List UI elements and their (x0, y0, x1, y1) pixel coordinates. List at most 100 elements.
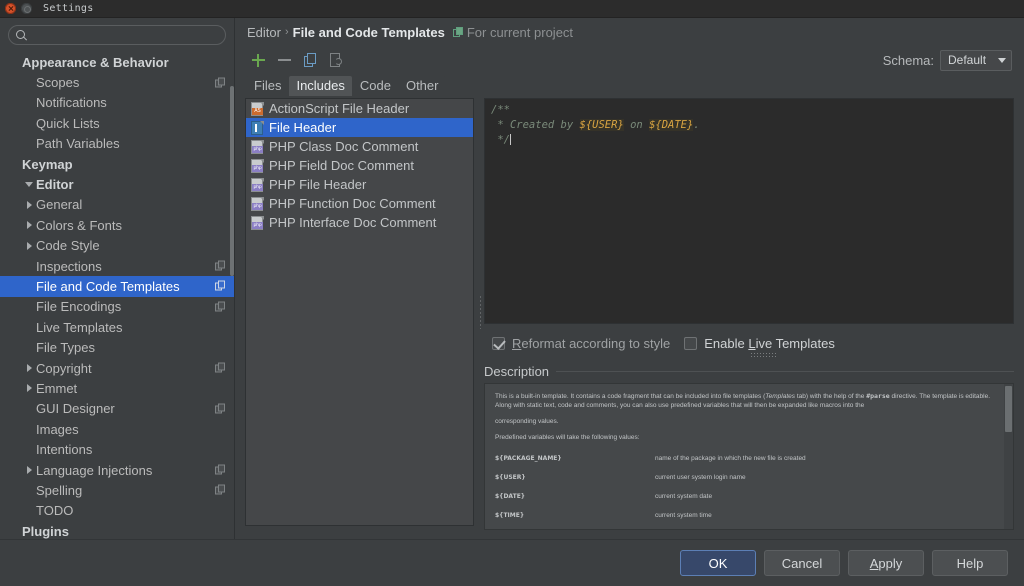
templates-toolbar: Schema: Default (245, 46, 1014, 74)
chevron-right-icon[interactable] (22, 364, 36, 373)
sidebar-item-label: File Types (36, 340, 96, 356)
template-list-item[interactable]: File Header (246, 118, 473, 137)
tab-includes[interactable]: Includes (289, 76, 352, 96)
sidebar-item-todo[interactable]: TODO (0, 501, 234, 521)
sidebar-scrollbar[interactable] (230, 86, 234, 276)
code-text: . (693, 119, 700, 131)
chevron-right-icon[interactable] (22, 466, 36, 474)
variable-row: ${PACKAGE_NAME} name of the package in wh… (495, 449, 1003, 468)
help-button[interactable]: Help (932, 550, 1008, 576)
minus-icon (277, 59, 291, 61)
sidebar-item-label: Editor (36, 177, 74, 193)
sidebar-item-label: Plugins (22, 523, 69, 539)
template-list-item[interactable]: php PHP File Header (246, 175, 473, 194)
php-file-icon: php (251, 177, 264, 192)
sidebar-item-label: File Encodings (36, 299, 122, 315)
search-input[interactable] (27, 28, 225, 42)
chevron-right-icon[interactable] (22, 200, 36, 209)
sidebar-item-notifications[interactable]: Notifications (0, 93, 234, 113)
live-templates-checkbox[interactable]: Enable Live Templates (684, 336, 835, 351)
project-scope-badge-icon (215, 484, 226, 496)
twisty-arrow-icon (26, 466, 32, 474)
template-list-item[interactable]: php PHP Function Doc Comment (246, 194, 473, 213)
project-scope-badge-icon (215, 464, 226, 476)
sidebar-item-file-encodings[interactable]: File Encodings (0, 297, 234, 317)
reformat-label: Reformat according to style (512, 336, 670, 351)
template-list-item-label: PHP Class Doc Comment (269, 139, 419, 154)
sidebar-item-emmet[interactable]: Emmet (0, 378, 234, 398)
sidebar-item-file-types[interactable]: File Types (0, 337, 234, 357)
sidebar-item-scopes[interactable]: Scopes (0, 72, 234, 92)
project-scope-badge-icon (215, 280, 226, 292)
breadcrumb-leaf: File and Code Templates (292, 24, 445, 40)
variable-row: ${DATE} current system date (495, 487, 1003, 506)
template-code-editor[interactable]: /** * Created by ${USER} on ${DATE}. */ (484, 98, 1014, 324)
sidebar-item-live-templates[interactable]: Live Templates (0, 317, 234, 337)
template-list-item[interactable]: php PHP Field Doc Comment (246, 156, 473, 175)
sidebar-item-language-injections[interactable]: Language Injections (0, 460, 234, 480)
template-list-item[interactable]: php PHP Interface Doc Comment (246, 213, 473, 232)
twisty-arrow-icon (26, 384, 32, 393)
tab-other[interactable]: Other (398, 76, 446, 96)
project-scope-badge-icon (215, 77, 226, 88)
code-variable-date: ${DATE} (649, 119, 694, 131)
sidebar-item-code-style[interactable]: Code Style (0, 236, 234, 256)
apply-label-rest: pply (878, 555, 903, 571)
sidebar-item-appearance-behavior[interactable]: Appearance & Behavior (0, 52, 234, 72)
add-template-button[interactable] (247, 49, 269, 71)
variable-name: ${TIME} (495, 512, 525, 519)
sidebar-item-quick-lists[interactable]: Quick Lists (0, 113, 234, 133)
template-list[interactable]: AS ActionScript File Header File Header php… (245, 98, 474, 526)
live-templates-label-post: ive Templates (755, 335, 835, 351)
apply-button[interactable]: Apply (848, 550, 924, 576)
sidebar-item-label: Path Variables (36, 136, 120, 152)
variable-name: ${PACKAGE_NAME} (495, 455, 562, 462)
sidebar-item-editor[interactable]: Editor (0, 174, 234, 194)
variable-row: ${USER} current user system login name (495, 468, 1003, 487)
chevron-down-icon[interactable] (22, 182, 36, 188)
checkbox-box (492, 336, 505, 350)
sidebar-item-intentions[interactable]: Intentions (0, 439, 234, 459)
close-icon[interactable] (5, 3, 16, 14)
reformat-checkbox[interactable]: Reformat according to style (492, 336, 670, 351)
schema-dropdown[interactable]: Default (940, 49, 1012, 71)
chevron-right-icon[interactable] (22, 241, 36, 250)
code-line-1: /** (491, 104, 510, 116)
reset-template-button[interactable] (325, 49, 347, 71)
chevron-right-icon[interactable] (22, 384, 36, 393)
tab-code[interactable]: Code (352, 76, 398, 96)
chevron-right-icon[interactable] (22, 221, 36, 230)
sidebar-item-label: Language Injections (36, 462, 153, 478)
copy-template-button[interactable] (299, 49, 321, 71)
ok-button[interactable]: OK (680, 550, 756, 576)
search-box[interactable] (8, 25, 226, 45)
schema-value: Default (948, 53, 987, 67)
template-list-item[interactable]: AS ActionScript File Header (246, 99, 473, 118)
reset-icon (329, 53, 343, 67)
list-editor-splitter[interactable] (476, 98, 484, 526)
breadcrumb-separator: › (284, 26, 289, 38)
sidebar-item-inspections[interactable]: Inspections (0, 256, 234, 276)
sidebar-item-path-variables[interactable]: Path Variables (0, 134, 234, 154)
php-file-icon: php (251, 158, 264, 173)
twisty-arrow-icon (26, 364, 32, 373)
cancel-button[interactable]: Cancel (764, 550, 840, 576)
sidebar-item-keymap[interactable]: Keymap (0, 154, 234, 174)
tab-files[interactable]: Files (247, 76, 289, 96)
description-scrollbar-thumb[interactable] (1005, 386, 1012, 432)
sidebar-item-copyright[interactable]: Copyright (0, 358, 234, 378)
sidebar-item-general[interactable]: General (0, 195, 234, 215)
minimize-icon[interactable] (21, 3, 32, 14)
sidebar-item-spelling[interactable]: Spelling (0, 480, 234, 500)
sidebar-item-file-and-code-templates[interactable]: File and Code Templates (0, 276, 234, 297)
description-paragraph-1: This is a built-in template. It contains… (495, 392, 1003, 410)
sidebar-item-colors-fonts[interactable]: Colors & Fonts (0, 215, 234, 235)
sidebar-item-gui-designer[interactable]: GUI Designer (0, 399, 234, 419)
dialog-footer: OK Cancel Apply Help (0, 539, 1024, 586)
template-list-item[interactable]: php PHP Class Doc Comment (246, 137, 473, 156)
editor-resize-handle-icon[interactable] (750, 352, 776, 357)
remove-template-button[interactable] (273, 49, 295, 71)
breadcrumb-root[interactable]: Editor (247, 25, 281, 40)
sidebar-item-images[interactable]: Images (0, 419, 234, 439)
sidebar-item-label: General (36, 197, 83, 213)
